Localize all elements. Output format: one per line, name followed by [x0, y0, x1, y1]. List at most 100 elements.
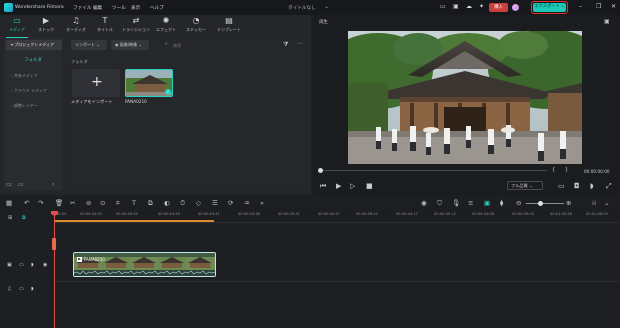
play-icon[interactable]: ▶	[336, 182, 341, 190]
export-button[interactable]: エクスポート ⌄	[533, 3, 566, 12]
visibility-icon[interactable]: ◉	[43, 262, 47, 268]
sidebar-item-cloud-media[interactable]: › クラウド メディア	[6, 86, 62, 96]
play-loop-icon[interactable]: ▷	[350, 182, 355, 190]
snapshot-icon[interactable]: ▣	[604, 18, 610, 25]
transform-icon[interactable]: ⧉	[148, 200, 153, 207]
grid-icon[interactable]: ⁞⁞	[592, 200, 596, 207]
section-label: フォルダ	[71, 59, 88, 64]
search-input[interactable]	[173, 40, 233, 50]
chevron-down-icon[interactable]: ⌄	[604, 200, 609, 207]
close-icon[interactable]: ✕	[611, 3, 616, 10]
playhead-grip[interactable]	[52, 238, 56, 250]
menu-view[interactable]: 表示	[131, 5, 140, 11]
crop-icon[interactable]: ⌗	[116, 200, 120, 207]
zoom-handle[interactable]	[538, 201, 543, 206]
audio-icon[interactable]: ♒	[244, 200, 250, 207]
tab-effects[interactable]: ✺ エフェクト	[151, 17, 181, 37]
sidebar-item-label: クラウド メディア	[13, 88, 47, 93]
display-icon[interactable]: ▭	[558, 182, 565, 190]
camera-icon[interactable]: ◘	[574, 182, 580, 190]
mute-icon[interactable]: ◗	[31, 262, 34, 268]
media-thumbnail[interactable]: ✓	[125, 69, 173, 97]
folder-icon[interactable]: ▭	[19, 262, 24, 268]
ripple-icon[interactable]: ⊙	[100, 200, 105, 207]
mark-in-bracket[interactable]: {	[552, 167, 555, 173]
zoom-out-icon[interactable]: ⊖	[516, 200, 521, 207]
new-folder-icon[interactable]: ▭	[6, 181, 12, 188]
undo-icon[interactable]: ↶	[24, 200, 29, 207]
more-tools-icon[interactable]: »	[260, 200, 264, 207]
project-title[interactable]: タイトルなし	[288, 5, 316, 11]
sidebar-item-label: 共有メディア	[13, 73, 38, 78]
mic-icon[interactable]: 🎙	[452, 200, 460, 207]
menu-tools[interactable]: ツール	[112, 5, 126, 11]
app-title: Wondershare Filmora	[15, 5, 64, 10]
playhead[interactable]	[54, 211, 55, 328]
tab-label: ストック	[38, 27, 54, 32]
keyframe-icon[interactable]: ◇	[196, 200, 201, 207]
collapse-icon[interactable]: ‹	[52, 181, 54, 188]
ruler-tick: 00:00:09:50	[116, 212, 138, 216]
list-icon[interactable]: ≡	[468, 200, 473, 207]
speed-icon[interactable]: ⏱	[180, 200, 185, 207]
sidebar-item-adjustment-layer[interactable]: › 調整レイヤー	[6, 101, 62, 111]
progress-handle[interactable]	[318, 168, 323, 173]
redo-icon[interactable]: ↷	[38, 200, 43, 207]
tab-audio[interactable]: ♫ オーディオ	[61, 17, 91, 37]
tab-templates[interactable]: ▤ テンプレート	[212, 17, 246, 37]
adjust-icon[interactable]: ☰	[212, 200, 218, 207]
purchase-button[interactable]: 購入	[489, 3, 508, 12]
mark-out-bracket[interactable]: }	[565, 167, 568, 173]
menu-edit[interactable]: 編集	[93, 5, 102, 11]
filter-icon[interactable]: ⧩	[283, 41, 288, 49]
tab-media[interactable]: ▭ メディア	[2, 17, 32, 38]
timeline-clip[interactable]: ▶ PANA0210	[73, 252, 216, 277]
marker-icon[interactable]: ⧫	[500, 200, 503, 207]
step-back-icon[interactable]: ⏮	[320, 182, 326, 190]
volume-icon[interactable]: ◗	[590, 182, 594, 190]
menu-file[interactable]: ファイル	[73, 5, 91, 11]
tab-stickers[interactable]: ◔ ステッカー	[181, 17, 211, 37]
stop-icon[interactable]: ■	[366, 182, 373, 190]
mute-icon[interactable]: ◗	[31, 286, 34, 292]
text-icon[interactable]: T	[132, 200, 136, 207]
color-icon[interactable]: ◐	[164, 200, 170, 207]
chevron-down-icon[interactable]: ⌄	[324, 3, 329, 10]
filter-dropdown[interactable]: ◉ 画像/映像 ⌄	[111, 40, 149, 50]
minimize-icon[interactable]: –	[579, 3, 582, 10]
link-icon[interactable]: ⧉	[22, 215, 26, 221]
fullscreen-icon[interactable]: ⤢	[606, 182, 612, 190]
unlink-icon[interactable]: ⊘	[86, 200, 91, 207]
layout-icon[interactable]: ▦	[6, 200, 12, 207]
delete-icon[interactable]: 🗑	[55, 200, 63, 207]
maximize-icon[interactable]: ❐	[596, 3, 601, 10]
tab-transitions[interactable]: ⇄ トランジション	[118, 17, 154, 37]
render-icon[interactable]: ◉	[421, 200, 427, 207]
progress-track[interactable]	[319, 170, 547, 171]
folder-icon[interactable]: ▭	[18, 181, 24, 188]
save-icon[interactable]: ▣	[453, 3, 459, 10]
import-media-card[interactable]: +	[72, 69, 120, 97]
zoom-in-icon[interactable]: ⊕	[566, 200, 571, 207]
more-icon[interactable]: ⋯	[297, 40, 303, 47]
gift-icon[interactable]: ✦	[479, 3, 484, 10]
add-track-icon[interactable]: ⊞	[8, 215, 12, 221]
menu-help[interactable]: ヘルプ	[150, 5, 164, 11]
tab-titles[interactable]: T タイトル	[90, 17, 120, 37]
folder-icon[interactable]: ▭	[19, 286, 24, 292]
zoom-slider[interactable]	[526, 203, 564, 204]
sidebar-item-shared-media[interactable]: › 共有メディア	[6, 71, 62, 81]
quality-dropdown[interactable]: フル品質 ⌄	[507, 181, 543, 190]
import-dropdown[interactable]: インポート ⌄	[71, 40, 107, 50]
tab-stock[interactable]: ▶ ストック	[31, 17, 61, 37]
snap-icon[interactable]: ▣	[484, 200, 490, 207]
ai-tool-icon[interactable]: ⟳	[228, 200, 233, 207]
avatar[interactable]	[512, 4, 519, 11]
sidebar-item-project-media[interactable]: ▾ プロジェクトメディア	[6, 40, 62, 50]
monitor-icon[interactable]: ▭	[440, 3, 446, 10]
sidebar-folder[interactable]: フォルダ	[10, 56, 56, 66]
cloud-icon[interactable]: ☁	[466, 3, 472, 10]
shield-icon[interactable]: ⛉	[437, 200, 442, 207]
tab-label: オーディオ	[66, 27, 86, 32]
cut-icon[interactable]: ✂	[70, 200, 75, 207]
